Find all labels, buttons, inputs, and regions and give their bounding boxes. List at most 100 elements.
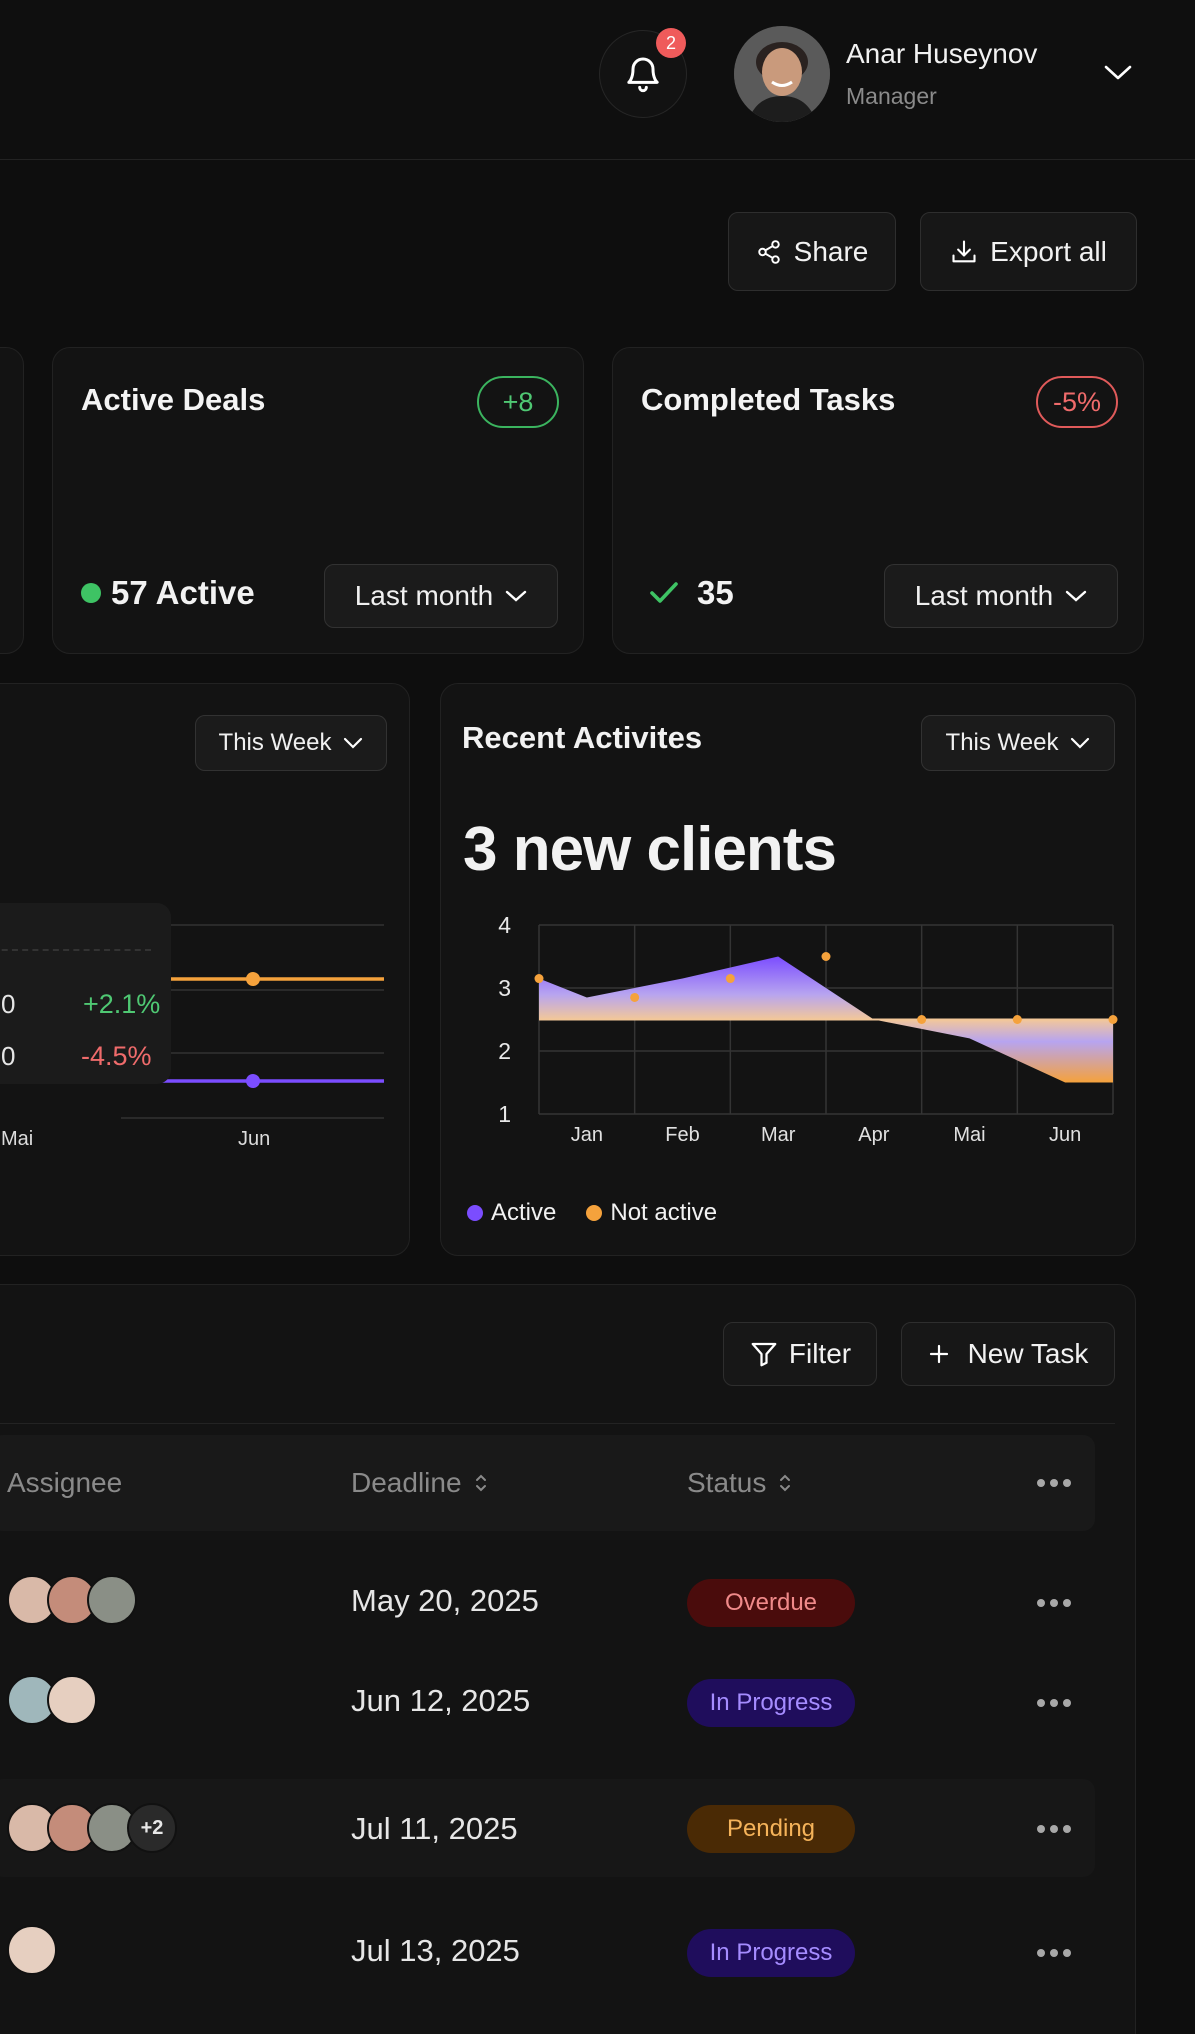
- column-status-label: Status: [687, 1467, 767, 1498]
- notification-badge: 2: [656, 28, 686, 58]
- not-active-marker: [246, 972, 260, 986]
- deadline-cell: Jun 12, 2025: [351, 1683, 531, 1718]
- assignee-avatars: +2: [7, 1803, 197, 1857]
- chevron-down-icon: [1104, 65, 1132, 80]
- column-deadline[interactable]: Deadline: [351, 1467, 488, 1499]
- y-tick-label: 3: [498, 975, 511, 1001]
- column-deadline-label: Deadline: [351, 1467, 462, 1498]
- data-point: [1108, 1015, 1118, 1024]
- active-deals-count: 57 Active: [111, 574, 255, 611]
- avatar: [87, 1575, 137, 1625]
- table-header: Assignee Deadline Status: [0, 1435, 1095, 1531]
- tooltip-value-2: 0: [1, 1041, 16, 1071]
- tasks-card: Filter New Task Assignee Deadline Status…: [0, 1284, 1136, 2034]
- status-badge: In Progress: [687, 1929, 855, 1977]
- data-point: [1012, 1015, 1022, 1024]
- row-more-icon[interactable]: [1037, 1949, 1071, 1957]
- x-tick-label: Apr: [858, 1124, 889, 1146]
- x-tick-label: Mai: [1, 1128, 34, 1150]
- row-more-icon[interactable]: [1037, 1699, 1071, 1707]
- user-avatar[interactable]: [734, 26, 830, 122]
- status-badge: Overdue: [687, 1579, 855, 1627]
- legend-not-active-label: Not active: [610, 1199, 718, 1226]
- tooltip-value-1: 0: [1, 989, 16, 1019]
- share-label: Share: [793, 235, 869, 267]
- period-label: Last month: [914, 580, 1054, 611]
- active-deals-period-dropdown[interactable]: Last month: [324, 564, 558, 628]
- avatar: [7, 1925, 57, 1975]
- column-status[interactable]: Status: [687, 1467, 792, 1499]
- assignee-avatars: [7, 1575, 147, 1629]
- x-tick-label: Jun: [238, 1128, 271, 1150]
- header-more-icon[interactable]: [1037, 1479, 1071, 1487]
- x-tick-label: Feb: [665, 1124, 699, 1146]
- activity-area-chart: 4 3 2 1 Jan Feb Mar Apr Mai Jun: [498, 912, 1118, 1146]
- user-role: Manager: [846, 83, 937, 109]
- chevron-down-icon: [506, 590, 527, 602]
- filter-icon: [751, 1342, 777, 1367]
- column-assignee-label: Assignee: [7, 1467, 123, 1498]
- table-row[interactable]: Jun 12, 2025 In Progress: [0, 1655, 1095, 1745]
- chevron-down-icon: [1066, 590, 1087, 602]
- completed-tasks-change-badge: -5%: [1036, 376, 1118, 428]
- deadline-cell: May 20, 2025: [351, 1583, 539, 1618]
- sort-icon: [780, 1474, 791, 1492]
- assignee-avatars: [7, 1675, 147, 1729]
- table-row[interactable]: +2 Jul 11, 2025 Pending: [0, 1779, 1095, 1877]
- status-badge: In Progress: [687, 1679, 855, 1727]
- user-menu-toggle[interactable]: [1100, 58, 1136, 88]
- download-icon: [952, 239, 976, 262]
- x-tick-label: Mar: [761, 1124, 796, 1146]
- plus-icon: [929, 1344, 948, 1364]
- new-task-button[interactable]: New Task: [901, 1322, 1115, 1386]
- active-deals-value: 57 Active: [81, 574, 255, 612]
- tooltip-change-1: +2.1%: [83, 989, 161, 1019]
- x-tick-label: Mai: [953, 1124, 985, 1146]
- completed-tasks-value: 35: [649, 574, 734, 612]
- check-icon: [650, 582, 678, 603]
- table-row[interactable]: [0, 2025, 1095, 2034]
- deadline-cell: Jul 13, 2025: [351, 1933, 520, 1968]
- data-point: [821, 952, 831, 961]
- legend-not-active-swatch: [586, 1205, 603, 1221]
- completed-tasks-title: Completed Tasks: [641, 382, 896, 417]
- column-assignee[interactable]: Assignee: [7, 1467, 122, 1499]
- legend-item-active: Active: [467, 1199, 556, 1227]
- table-row[interactable]: Jul 13, 2025 In Progress: [0, 1903, 1095, 1993]
- share-button[interactable]: Share: [728, 212, 896, 291]
- active-deals-card: Active Deals +8 57 Active Last month: [52, 347, 584, 654]
- bell-icon: [627, 57, 659, 93]
- export-all-button[interactable]: Export all: [920, 212, 1137, 291]
- chart-tooltip: 0 +2.1% 0 -4.5%: [0, 903, 171, 1084]
- y-tick-label: 2: [498, 1038, 511, 1064]
- completed-tasks-period-dropdown[interactable]: Last month: [884, 564, 1118, 628]
- data-point: [534, 974, 544, 984]
- completed-tasks-card: Completed Tasks -5% 35 Last month: [612, 347, 1144, 654]
- row-more-icon[interactable]: [1037, 1599, 1071, 1607]
- data-point: [630, 992, 640, 1002]
- status-dot-icon: [81, 583, 101, 603]
- active-deals-change-badge: +8: [477, 376, 559, 428]
- row-more-icon[interactable]: [1037, 1825, 1071, 1833]
- more-assignees-badge[interactable]: +2: [127, 1803, 177, 1853]
- new-task-label: New Task: [967, 1338, 1089, 1369]
- deadline-cell: Jul 11, 2025: [351, 1811, 518, 1846]
- user-name[interactable]: Anar Huseynov: [846, 38, 1037, 70]
- recent-activities-card: Recent Activites This Week 3 new clients…: [440, 683, 1136, 1256]
- data-point: [917, 1015, 927, 1024]
- filter-label: Filter: [788, 1338, 852, 1369]
- status-badge: Pending: [687, 1805, 855, 1853]
- period-label: Last month: [354, 580, 494, 611]
- completed-tasks-count: 35: [697, 574, 734, 611]
- export-label: Export all: [990, 235, 1107, 267]
- y-tick-label: 1: [498, 1101, 511, 1127]
- x-tick-label: Jan: [571, 1124, 603, 1146]
- active-marker: [246, 1074, 260, 1088]
- filter-button[interactable]: Filter: [723, 1322, 877, 1386]
- performance-chart-card: This Week 0 +2.1% 0 -4.5% Mai Jun: [0, 683, 410, 1256]
- table-row[interactable]: May 20, 2025 Overdue: [0, 1555, 1095, 1645]
- chart-legend: Active Not active: [467, 1199, 717, 1227]
- data-point: [725, 974, 735, 984]
- legend-item-not-active: Not active: [586, 1199, 717, 1227]
- active-deals-title: Active Deals: [81, 382, 266, 417]
